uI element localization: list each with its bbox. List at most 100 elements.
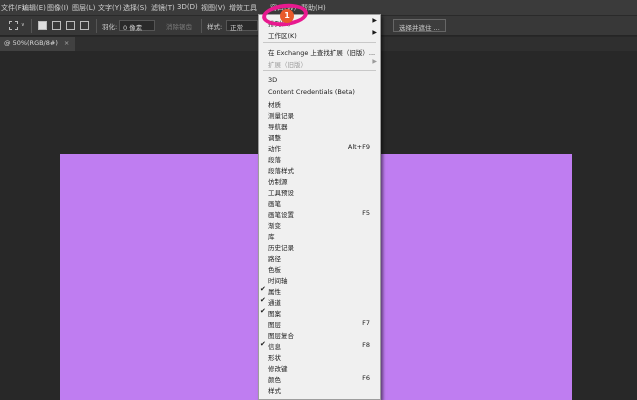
menu-layer[interactable]: 图层(L) [72,3,95,13]
window-menu-item[interactable]: 颜色 F6 [259,373,380,384]
window-menu-item[interactable]: ✔ 信息 F8 [259,340,380,351]
menu-item-label: 信息 [268,343,281,351]
window-menu-item[interactable]: ✔ 图案 [259,307,380,318]
window-menu-dropdown: 排列(A) ▶ 工作区(K) ▶ 在 Exchange 上查找扩展（旧版）... 扩展（旧… [258,14,381,400]
window-menu-item[interactable]: Content Credentials (Beta) [259,87,380,98]
menu-item-shortcut: F8 [362,341,370,349]
new-selection-icon[interactable] [38,21,47,30]
divider [31,19,32,33]
menu-item-label: 仿制源 [268,178,288,186]
window-menu-item[interactable]: 图层复合 [259,329,380,340]
checkmark-icon: ✔ [260,340,266,348]
window-menu-item[interactable]: 路径 [259,252,380,263]
window-menu-item[interactable]: ✔ 属性 [259,285,380,296]
menu-item-label: 画笔设置 [268,211,294,219]
menu-item-label: 段落样式 [268,167,294,175]
window-menu-item[interactable]: 工具预设 [259,186,380,197]
window-menu-item[interactable]: 材质 [259,98,380,109]
document-tab[interactable]: @ 50%(RGB/8#) × [0,37,76,51]
feather-label: 羽化: [102,23,118,31]
menu-item-label: 段落 [268,156,281,164]
menu-item-label: 工具预设 [268,189,294,197]
window-menu-item[interactable]: 图层 F7 [259,318,380,329]
menu-item-label: 图案 [268,310,281,318]
menu-item-shortcut: F7 [362,319,370,327]
window-menu-item[interactable]: 测量记录 [259,109,380,120]
menu-edit[interactable]: 编辑(E) [22,3,46,13]
menu-item-label: 画笔 [268,200,281,208]
window-menu-item[interactable]: 修改键 [259,362,380,373]
feather-input[interactable]: 0 像素 [119,20,155,32]
window-menu-item: 扩展（旧版） ▶ [259,58,380,69]
checkmark-icon: ✔ [260,296,266,304]
window-menu-item[interactable]: 历史记录 [259,241,380,252]
antialias-checkbox[interactable]: 消除锯齿 [166,21,192,31]
subtract-selection-icon[interactable] [66,21,75,30]
checkmark-icon: ✔ [260,307,266,315]
window-menu-item[interactable]: 画笔设置 F5 [259,208,380,219]
document-tab-label: @ 50%(RGB/8#) [4,39,58,47]
add-selection-icon[interactable] [52,21,61,30]
menu-item-label: 工作区(K) [268,32,297,40]
menu-3d[interactable]: 3D(D) [177,3,198,11]
menu-item-label: 通道 [268,299,281,307]
divider [201,19,202,33]
window-menu-item[interactable]: 时间轴 [259,274,380,285]
menu-file[interactable]: 文件(F) [1,3,25,13]
window-menu-item[interactable]: 段落 [259,153,380,164]
window-menu-item[interactable]: 在 Exchange 上查找扩展（旧版）... [259,46,380,57]
chevron-down-icon[interactable]: ∨ [21,22,25,28]
menu-separator [263,70,376,71]
window-menu-item[interactable]: ✔ 通道 [259,296,380,307]
window-menu-item[interactable]: 动作 Alt+F9 [259,142,380,153]
menu-filter[interactable]: 滤镜(T) [151,3,175,13]
window-menu-item[interactable]: 导航器 [259,120,380,131]
window-menu-item[interactable]: 样式 [259,384,380,395]
menu-separator [263,42,376,43]
menu-item-label: 渐变 [268,222,281,230]
select-and-mask-button[interactable]: 选择并遮住 ... [393,19,446,32]
window-menu-item[interactable]: 段落样式 [259,164,380,175]
divider [96,19,97,33]
menu-item-label: 测量记录 [268,112,294,120]
submenu-arrow-icon: ▶ [372,17,377,24]
menu-item-label: 色板 [268,266,281,274]
menu-item-shortcut: Alt+F9 [347,143,370,151]
window-menu-item[interactable]: 渐变 [259,219,380,230]
menu-item-label: 样式 [268,387,281,395]
window-menu-item[interactable]: 色板 [259,263,380,274]
menu-item-label: 图层 [268,321,281,329]
intersect-selection-icon[interactable] [80,21,89,30]
menu-plugins[interactable]: 增效工具 [229,3,257,13]
menu-image[interactable]: 图像(I) [47,3,69,13]
checkmark-icon: ✔ [260,285,266,293]
menu-item-label: 库 [268,233,275,241]
menu-select[interactable]: 选择(S) [123,3,147,13]
menu-view[interactable]: 视图(V) [201,3,225,13]
menu-item-label: 时间轴 [268,277,288,285]
style-label: 样式: [207,23,223,31]
close-icon[interactable]: × [64,39,69,47]
menu-item-label: 调整 [268,134,281,142]
step-badge: 1 [280,9,294,23]
submenu-arrow-icon: ▶ [372,58,377,65]
menu-type[interactable]: 文字(Y) [98,3,122,13]
menu-item-label: 扩展（旧版） [268,61,307,69]
menu-item-label: 形状 [268,354,281,362]
window-menu-item[interactable]: 调整 [259,131,380,142]
window-menu-item[interactable]: 形状 [259,351,380,362]
menu-item-label: Content Credentials (Beta) [268,88,355,96]
menu-item-label: 材质 [268,101,281,109]
window-menu-item[interactable]: 画笔 [259,197,380,208]
menu-item-label: 图层复合 [268,332,294,340]
menu-item-label: 修改键 [268,365,288,373]
submenu-arrow-icon: ▶ [372,29,377,36]
window-menu-item[interactable]: 库 [259,230,380,241]
window-menu-item[interactable]: 仿制源 [259,175,380,186]
style-select[interactable]: 正常 [226,20,258,32]
window-menu-item[interactable]: 3D [259,75,380,86]
marquee-tool-icon[interactable] [9,21,18,30]
menu-item-shortcut: F6 [362,374,370,382]
menu-item-label: 路径 [268,255,281,263]
window-menu-item[interactable]: 工作区(K) ▶ [259,29,380,40]
